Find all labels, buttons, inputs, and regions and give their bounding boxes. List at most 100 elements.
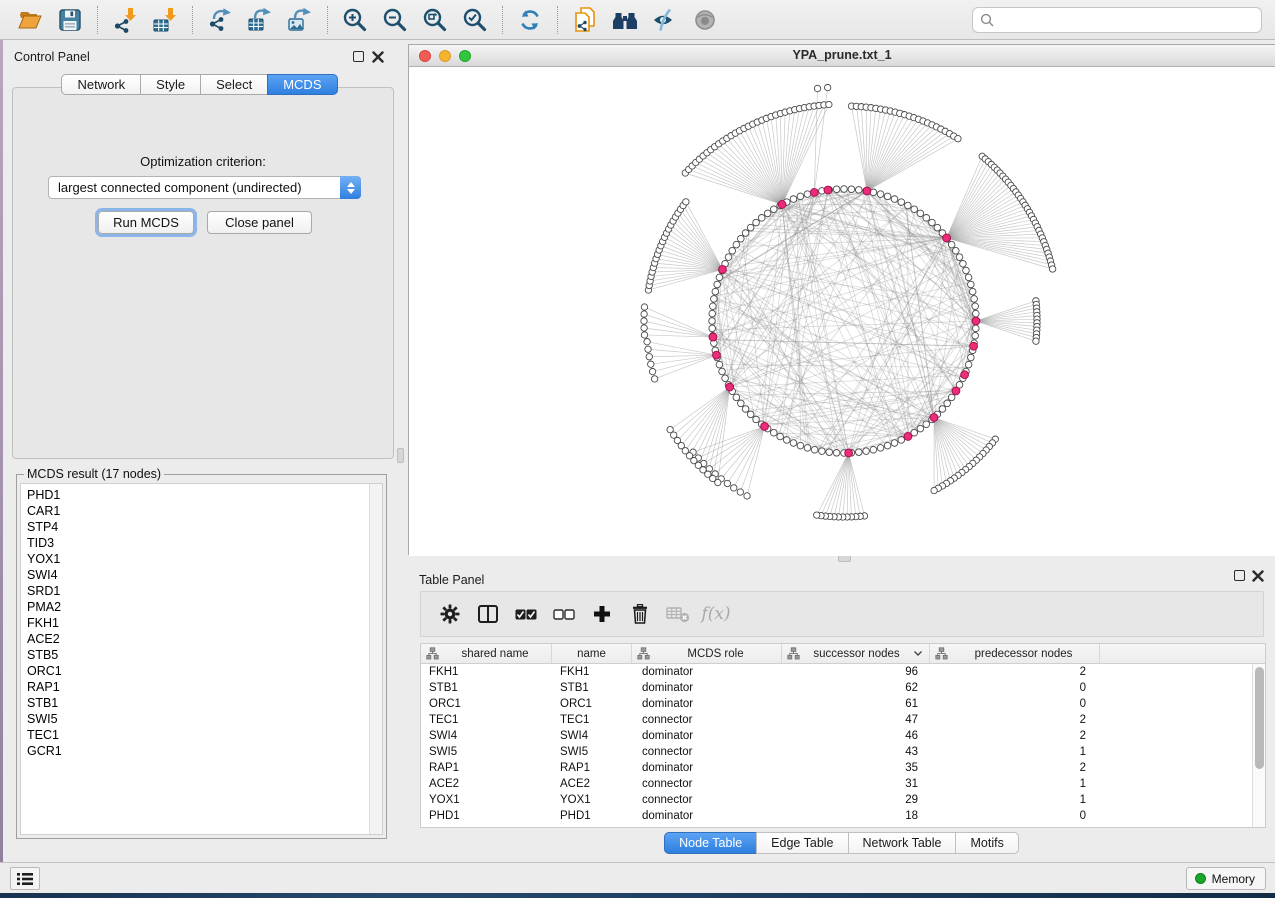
cell[interactable]: ACE2 (421, 778, 552, 790)
table-row[interactable]: RAP1RAP1dominator352 (421, 760, 1265, 776)
table-scrollbar[interactable] (1252, 664, 1265, 827)
table-row[interactable]: TEC1TEC1connector472 (421, 712, 1265, 728)
cell[interactable]: 2 (930, 762, 1100, 774)
export-network-button[interactable] (200, 3, 240, 37)
cell[interactable]: dominator (632, 762, 782, 774)
cell[interactable]: ORC1 (552, 698, 632, 710)
cell[interactable]: FKH1 (421, 666, 552, 678)
add-column-button[interactable] (583, 596, 621, 632)
cell[interactable]: 46 (782, 730, 930, 742)
delete-table-button[interactable] (659, 596, 697, 632)
tab-style[interactable]: Style (140, 74, 201, 95)
cell[interactable]: 62 (782, 682, 930, 694)
cell[interactable]: SWI5 (421, 746, 552, 758)
cell[interactable]: dominator (632, 730, 782, 742)
column-header-predecessor-nodes[interactable]: predecessor nodes (930, 644, 1100, 663)
cell[interactable]: dominator (632, 682, 782, 694)
cell[interactable]: connector (632, 794, 782, 806)
mcds-result-item[interactable]: CAR1 (27, 503, 62, 519)
clone-network-button[interactable] (565, 3, 605, 37)
mcds-result-item[interactable]: STB5 (27, 647, 62, 663)
mcds-result-item[interactable]: PMA2 (27, 599, 62, 615)
close-panel-button[interactable]: Close panel (207, 211, 312, 234)
mcds-result-item[interactable]: ORC1 (27, 663, 62, 679)
open-file-button[interactable] (10, 3, 50, 37)
cell[interactable]: SWI4 (421, 730, 552, 742)
cell[interactable]: 1 (930, 778, 1100, 790)
select-all-button[interactable] (507, 596, 545, 632)
tab-edge-table[interactable]: Edge Table (756, 832, 848, 854)
mcds-result-list[interactable]: PHD1CAR1STP4TID3YOX1SWI4SRD1PMA2FKH1ACE2… (20, 483, 383, 835)
cell[interactable]: 0 (930, 698, 1100, 710)
memory-button[interactable]: Memory (1186, 867, 1266, 890)
cell[interactable]: YOX1 (421, 794, 552, 806)
cell[interactable]: 35 (782, 762, 930, 774)
zoom-selected-button[interactable] (455, 3, 495, 37)
mcds-result-item[interactable]: STP4 (27, 519, 62, 535)
cell[interactable]: 29 (782, 794, 930, 806)
cell[interactable]: ACE2 (552, 778, 632, 790)
cell[interactable]: connector (632, 714, 782, 726)
cell[interactable]: 0 (930, 810, 1100, 822)
import-network-button[interactable] (105, 3, 145, 37)
table-settings-button[interactable] (431, 596, 469, 632)
table-row[interactable]: STB1STB1dominator620 (421, 680, 1265, 696)
mcds-result-item[interactable]: STB1 (27, 695, 62, 711)
table-scrollbar-thumb[interactable] (1255, 667, 1264, 769)
table-row[interactable]: FKH1FKH1dominator962 (421, 664, 1265, 680)
mcds-result-item[interactable]: TEC1 (27, 727, 62, 743)
cell[interactable]: dominator (632, 666, 782, 678)
cell[interactable]: 43 (782, 746, 930, 758)
cell[interactable]: 2 (930, 714, 1100, 726)
delete-column-button[interactable] (621, 596, 659, 632)
column-header-name[interactable]: name (552, 644, 632, 663)
table-row[interactable]: SWI5SWI5connector431 (421, 744, 1265, 760)
zoom-out-button[interactable] (375, 3, 415, 37)
zoom-in-button[interactable] (335, 3, 375, 37)
cell[interactable]: 31 (782, 778, 930, 790)
mcds-result-item[interactable]: SRD1 (27, 583, 62, 599)
cell[interactable]: STB1 (552, 682, 632, 694)
tab-node-table[interactable]: Node Table (664, 832, 757, 854)
table-row[interactable]: PHD1PHD1dominator180 (421, 808, 1265, 824)
cell[interactable]: RAP1 (421, 762, 552, 774)
cell[interactable]: SWI5 (552, 746, 632, 758)
cell[interactable]: 0 (930, 682, 1100, 694)
column-layout-button[interactable] (469, 596, 507, 632)
cell[interactable]: dominator (632, 810, 782, 822)
table-row[interactable]: SWI4SWI4dominator462 (421, 728, 1265, 744)
tab-network-table[interactable]: Network Table (848, 832, 957, 854)
table-row[interactable]: ORC1ORC1dominator610 (421, 696, 1265, 712)
tab-network[interactable]: Network (61, 74, 141, 95)
show-hidden-button[interactable] (685, 3, 725, 37)
cell[interactable]: PHD1 (421, 810, 552, 822)
close-table-panel-icon[interactable] (1252, 570, 1264, 582)
cell[interactable]: connector (632, 778, 782, 790)
mcds-result-item[interactable]: PHD1 (27, 487, 62, 503)
cell[interactable]: 47 (782, 714, 930, 726)
refresh-view-button[interactable] (510, 3, 550, 37)
mcds-result-item[interactable]: ACE2 (27, 631, 62, 647)
cell[interactable]: 1 (930, 794, 1100, 806)
mcds-result-item[interactable]: SWI5 (27, 711, 62, 727)
horizontal-splitter-grip[interactable] (838, 555, 851, 562)
cell[interactable]: SWI4 (552, 730, 632, 742)
cell[interactable]: connector (632, 746, 782, 758)
search-input[interactable] (995, 10, 1261, 30)
cell[interactable]: TEC1 (552, 714, 632, 726)
cell[interactable]: PHD1 (552, 810, 632, 822)
table-row[interactable]: YOX1YOX1connector291 (421, 792, 1265, 808)
mcds-result-item[interactable]: SWI4 (27, 567, 62, 583)
mcds-result-item[interactable]: TID3 (27, 535, 62, 551)
column-header-MCDS-role[interactable]: MCDS role (632, 644, 782, 663)
search-network-button[interactable] (605, 3, 645, 37)
cell[interactable]: YOX1 (552, 794, 632, 806)
tab-motifs[interactable]: Motifs (955, 832, 1018, 854)
vertical-splitter-grip[interactable] (397, 448, 404, 463)
cell[interactable]: 61 (782, 698, 930, 710)
tab-mcds[interactable]: MCDS (267, 74, 337, 95)
function-builder-button[interactable]: f(x) (697, 596, 735, 632)
mcds-result-item[interactable]: FKH1 (27, 615, 62, 631)
criterion-dropdown[interactable]: largest connected component (undirected) (48, 176, 361, 199)
column-header-shared-name[interactable]: shared name (421, 644, 552, 663)
